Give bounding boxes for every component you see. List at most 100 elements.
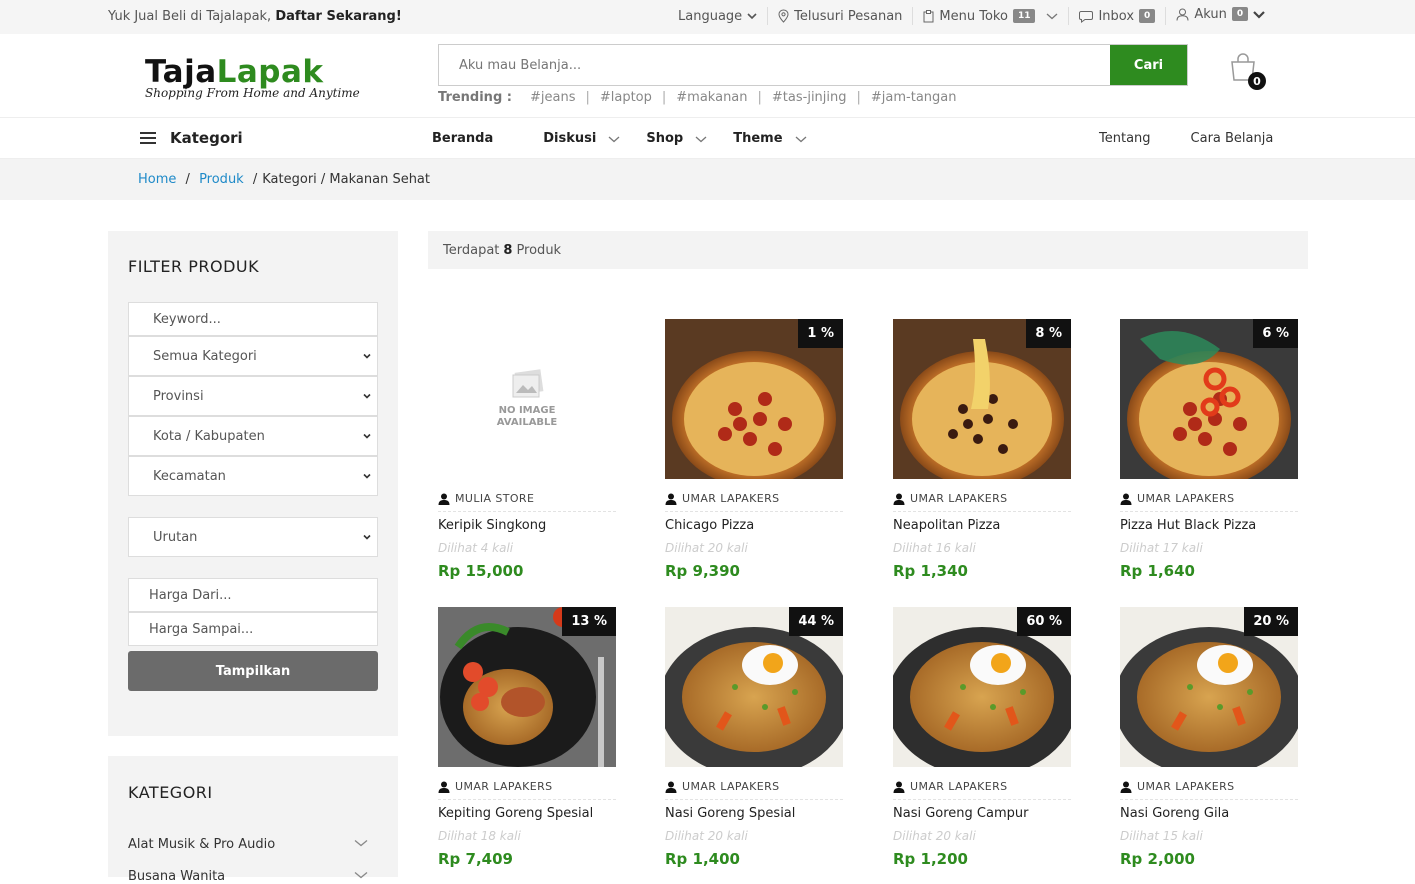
product-card[interactable]: 60 % UMAR LAPAKERS Nasi Goreng Campur Dilih… bbox=[893, 607, 1071, 868]
main-nav: Kategori Beranda Diskusi Shop Theme Tent… bbox=[0, 118, 1415, 159]
store-link[interactable]: UMAR LAPAKERS bbox=[893, 779, 1071, 794]
cart-button[interactable]: 0 bbox=[1228, 52, 1266, 90]
product-image[interactable]: 13 % bbox=[438, 607, 616, 767]
chevron-down-icon bbox=[363, 473, 371, 479]
no-image-text: NO IMAGE bbox=[498, 405, 556, 416]
store-name: UMAR LAPAKERS bbox=[910, 492, 1008, 505]
district-select-value: Kecamatan bbox=[153, 468, 226, 484]
store-link[interactable]: UMAR LAPAKERS bbox=[665, 491, 843, 506]
cart-count-badge: 0 bbox=[1248, 72, 1266, 90]
product-image[interactable]: 20 % bbox=[1120, 607, 1298, 767]
price-to-placeholder: Harga Sampai... bbox=[149, 621, 254, 637]
product-price: Rp 1,200 bbox=[893, 850, 968, 868]
keyword-input[interactable]: Keyword... bbox=[128, 302, 378, 336]
trending-tag[interactable]: #tas-jinjing bbox=[772, 90, 847, 105]
sort-select[interactable]: Urutan bbox=[128, 517, 378, 557]
trending-tag[interactable]: #jam-tangan bbox=[871, 90, 957, 105]
trending-tag[interactable]: #makanan bbox=[676, 90, 747, 105]
product-name[interactable]: Nasi Goreng Gila bbox=[1120, 806, 1298, 821]
city-select[interactable]: Kota / Kabupaten bbox=[128, 416, 378, 456]
store-menu-label: Menu Toko bbox=[939, 8, 1008, 24]
nav-shop-label: Shop bbox=[646, 131, 684, 146]
product-image[interactable]: 1 % bbox=[665, 319, 843, 479]
store-link[interactable]: UMAR LAPAKERS bbox=[893, 491, 1071, 506]
filter-title: FILTER PRODUK bbox=[128, 257, 260, 276]
user-icon bbox=[1176, 8, 1189, 21]
show-button[interactable]: Tampilkan bbox=[128, 651, 378, 691]
view-count: Dilihat 20 kali bbox=[893, 829, 976, 843]
product-name[interactable]: Kepiting Goreng Spesial bbox=[438, 806, 616, 821]
site-logo[interactable]: TajaLapak Shopping From Home and Anytime bbox=[145, 56, 360, 100]
nav-shop[interactable]: Shop bbox=[646, 131, 707, 146]
store-menu-dropdown[interactable]: Menu Toko 11 bbox=[913, 7, 1070, 25]
product-image[interactable]: NO IMAGE AVAILABLE bbox=[438, 319, 616, 479]
trending-tag[interactable]: #laptop bbox=[600, 90, 652, 105]
product-name[interactable]: Chicago Pizza bbox=[665, 518, 843, 533]
user-icon bbox=[893, 781, 905, 793]
price-to-input[interactable]: Harga Sampai... bbox=[128, 612, 378, 646]
store-name: UMAR LAPAKERS bbox=[1137, 780, 1235, 793]
trending-tag[interactable]: #jeans bbox=[530, 90, 575, 105]
product-name[interactable]: Neapolitan Pizza bbox=[893, 518, 1071, 533]
nav-about[interactable]: Tentang bbox=[1099, 131, 1151, 146]
search-input[interactable] bbox=[439, 45, 1110, 85]
category-item[interactable]: Alat Musik & Pro Audio bbox=[128, 837, 378, 852]
discount-badge: 60 % bbox=[1017, 607, 1071, 636]
keyword-placeholder: Keyword... bbox=[153, 311, 221, 327]
product-card[interactable]: 20 % UMAR LAPAKERS Nasi Goreng Gila Dilihat… bbox=[1120, 607, 1298, 868]
chat-bubble-icon bbox=[1079, 10, 1094, 23]
store-link[interactable]: MULIA STORE bbox=[438, 491, 616, 506]
track-orders-link[interactable]: Telusuri Pesanan bbox=[768, 7, 914, 25]
search-button[interactable]: Cari bbox=[1110, 45, 1187, 85]
district-select[interactable]: Kecamatan bbox=[128, 456, 378, 496]
product-image[interactable]: 6 % bbox=[1120, 319, 1298, 479]
store-name: UMAR LAPAKERS bbox=[1137, 492, 1235, 505]
results-prefix: Terdapat bbox=[443, 242, 500, 258]
view-count: Dilihat 16 kali bbox=[893, 541, 976, 555]
store-name: UMAR LAPAKERS bbox=[682, 780, 780, 793]
results-count: 8 bbox=[503, 242, 513, 258]
breadcrumb-home[interactable]: Home bbox=[138, 172, 176, 187]
product-image[interactable]: 60 % bbox=[893, 607, 1071, 767]
nav-theme[interactable]: Theme bbox=[733, 131, 806, 146]
account-dropdown[interactable]: Akun 0 bbox=[1166, 5, 1275, 23]
search-bar: Cari bbox=[438, 44, 1188, 86]
no-image-text: AVAILABLE bbox=[496, 417, 558, 428]
breadcrumb-product[interactable]: Produk bbox=[199, 172, 244, 187]
inbox-link[interactable]: Inbox 0 bbox=[1069, 7, 1167, 25]
product-image[interactable]: 8 % bbox=[893, 319, 1071, 479]
product-name[interactable]: Nasi Goreng Spesial bbox=[665, 806, 843, 821]
nav-how-to-shop[interactable]: Cara Belanja bbox=[1191, 131, 1274, 146]
product-card[interactable]: 8 % UMAR LAPAKERS Neapolitan Pizza Dilihat … bbox=[893, 319, 1071, 580]
province-select[interactable]: Provinsi bbox=[128, 376, 378, 416]
product-card[interactable]: NO IMAGE AVAILABLE MULIA STORE Keripik Sing… bbox=[438, 319, 616, 580]
store-link[interactable]: UMAR LAPAKERS bbox=[665, 779, 843, 794]
nav-home[interactable]: Beranda bbox=[432, 131, 493, 146]
product-card[interactable]: 13 % UMAR LAPAKERS Kepiting Goreng Spesial… bbox=[438, 607, 616, 868]
category-select[interactable]: Semua Kategori bbox=[128, 336, 378, 376]
register-link[interactable]: Daftar Sekarang! bbox=[275, 9, 401, 24]
product-image[interactable]: 44 % bbox=[665, 607, 843, 767]
category-select-value: Semua Kategori bbox=[153, 348, 257, 364]
divider bbox=[1120, 799, 1298, 800]
store-link[interactable]: UMAR LAPAKERS bbox=[1120, 491, 1298, 506]
product-card[interactable]: 44 % UMAR LAPAKERS Nasi Goreng Spesial Dili… bbox=[665, 607, 843, 868]
product-name[interactable]: Keripik Singkong bbox=[438, 518, 616, 533]
store-link[interactable]: UMAR LAPAKERS bbox=[1120, 779, 1298, 794]
breadcrumb: Home / Produk / Kategori / Makanan Sehat bbox=[0, 159, 1415, 200]
user-icon bbox=[1120, 493, 1132, 505]
promo-text: Yuk Jual Beli di Tajalapak, Daftar Sekar… bbox=[108, 9, 402, 24]
inbox-label: Inbox bbox=[1098, 8, 1135, 24]
category-menu-button[interactable]: Kategori bbox=[140, 129, 243, 147]
price-from-input[interactable]: Harga Dari... bbox=[128, 578, 378, 612]
store-name: UMAR LAPAKERS bbox=[682, 492, 780, 505]
nav-discussion[interactable]: Diskusi bbox=[543, 131, 620, 146]
logo-text-lapak: Lapak bbox=[216, 54, 324, 90]
product-name[interactable]: Nasi Goreng Campur bbox=[893, 806, 1071, 821]
store-link[interactable]: UMAR LAPAKERS bbox=[438, 779, 616, 794]
product-card[interactable]: 6 % UMAR LAPAKERS Pizza Hut Black Pizza Dil… bbox=[1120, 319, 1298, 580]
logo-text-taja: Taja bbox=[145, 54, 217, 90]
language-dropdown[interactable]: Language bbox=[668, 7, 769, 25]
product-card[interactable]: 1 % UMAR LAPAKERS Chicago Pizza Dilihat 20 … bbox=[665, 319, 843, 580]
product-name[interactable]: Pizza Hut Black Pizza bbox=[1120, 518, 1298, 533]
